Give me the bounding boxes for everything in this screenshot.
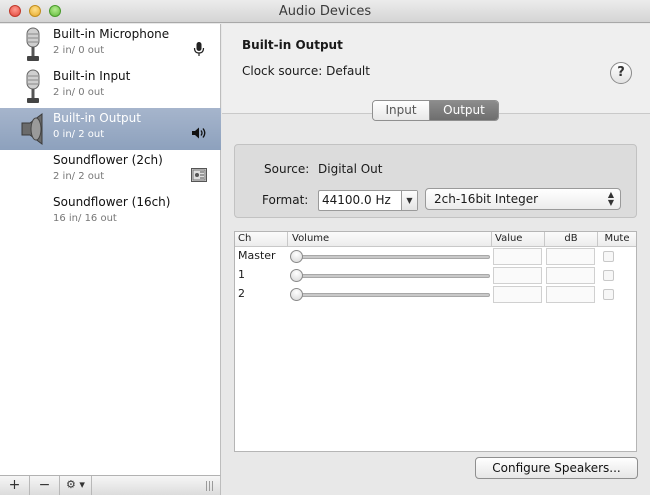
value-field[interactable]	[493, 267, 542, 284]
volume-slider-knob[interactable]	[290, 250, 303, 263]
device-item-soundflower-16ch[interactable]: Soundflower (16ch) 16 in/ 16 out	[0, 192, 221, 234]
volume-slider-track[interactable]	[295, 274, 490, 278]
channel-label: Master	[238, 249, 276, 262]
format-label: Format:	[262, 193, 309, 207]
value-field[interactable]	[493, 248, 542, 265]
microphone-badge-icon	[193, 42, 205, 56]
device-item-built-in-microphone[interactable]: Built-in Microphone 2 in/ 0 out	[0, 24, 221, 66]
help-button[interactable]: ?	[610, 62, 632, 84]
device-item-built-in-input[interactable]: Built-in Input 2 in/ 0 out	[0, 66, 221, 108]
sidebar-toolbar: + − ⚙ ▾	[0, 475, 221, 495]
speaker-icon	[21, 113, 43, 145]
window-title: Audio Devices	[278, 4, 372, 19]
volume-slider-knob[interactable]	[290, 288, 303, 301]
sample-rate-combo[interactable]: 44100.0 Hz ▼	[318, 190, 418, 211]
remove-device-button[interactable]: −	[30, 476, 60, 495]
resize-grip-icon[interactable]	[206, 481, 214, 491]
device-name: Built-in Input	[53, 69, 131, 83]
column-header-value: Value	[491, 232, 544, 247]
device-channels: 2 in/ 2 out	[53, 171, 105, 182]
device-channels: 2 in/ 0 out	[53, 87, 105, 98]
add-device-button[interactable]: +	[0, 476, 30, 495]
tab-input[interactable]: Input	[373, 101, 430, 120]
device-item-soundflower-2ch[interactable]: Soundflower (2ch) 2 in/ 2 out	[0, 150, 221, 192]
channel-label: 2	[238, 287, 245, 300]
speaker-volume-icon	[192, 127, 206, 139]
device-name: Built-in Microphone	[53, 27, 170, 41]
column-header-db: dB	[544, 232, 597, 247]
db-field[interactable]	[546, 267, 595, 284]
channel-label: 1	[238, 268, 245, 281]
volume-slider-knob[interactable]	[290, 269, 303, 282]
volume-slider-track[interactable]	[295, 293, 490, 297]
device-list: Built-in Microphone 2 in/ 0 out Built-in…	[0, 24, 221, 475]
db-field[interactable]	[546, 286, 595, 303]
source-value: Digital Out	[318, 162, 383, 176]
chevron-down-icon[interactable]: ▼	[401, 191, 417, 210]
device-name: Built-in Output	[53, 111, 141, 125]
tab-output[interactable]: Output	[430, 101, 498, 120]
volume-slider-track[interactable]	[295, 255, 490, 259]
microphone-icon	[26, 27, 40, 61]
up-down-arrows-icon: ▲ ▼	[607, 190, 614, 207]
input-output-segmented-control: Input Output	[372, 100, 499, 121]
device-name: Soundflower (2ch)	[53, 153, 163, 167]
device-channels: 2 in/ 0 out	[53, 45, 105, 56]
device-item-built-in-output[interactable]: Built-in Output 0 in/ 2 out	[0, 108, 221, 150]
clock-source-label: Clock source: Default	[242, 64, 370, 78]
channel-volume-table: Ch Volume Value dB Mute Master 1 2	[234, 231, 637, 452]
soundflower-badge-icon	[191, 168, 207, 182]
column-header-ch: Ch	[235, 232, 287, 247]
device-channels: 0 in/ 2 out	[53, 129, 105, 140]
value-field[interactable]	[493, 286, 542, 303]
source-label: Source:	[264, 162, 310, 176]
format-group: Source: Digital Out Format: 44100.0 Hz ▼…	[234, 144, 637, 218]
column-header-volume: Volume	[287, 232, 491, 247]
device-detail-panel: Built-in Output Clock source: Default ? …	[222, 24, 650, 495]
device-name: Soundflower (16ch)	[53, 195, 171, 209]
configure-speakers-button[interactable]: Configure Speakers...	[475, 457, 638, 479]
selected-device-title: Built-in Output	[242, 38, 343, 52]
device-channels: 16 in/ 16 out	[53, 213, 117, 224]
bit-format-value: 2ch-16bit Integer	[434, 192, 539, 206]
gear-menu-button[interactable]: ⚙ ▾	[60, 476, 92, 495]
bit-format-popup[interactable]: 2ch-16bit Integer ▲ ▼	[425, 188, 621, 210]
mute-checkbox[interactable]	[603, 289, 614, 300]
microphone-icon	[26, 69, 40, 103]
mute-checkbox[interactable]	[603, 251, 614, 262]
column-header-mute: Mute	[597, 232, 636, 247]
mute-checkbox[interactable]	[603, 270, 614, 281]
title-bar: Audio Devices	[0, 0, 650, 23]
sample-rate-value: 44100.0 Hz	[322, 193, 391, 207]
db-field[interactable]	[546, 248, 595, 265]
